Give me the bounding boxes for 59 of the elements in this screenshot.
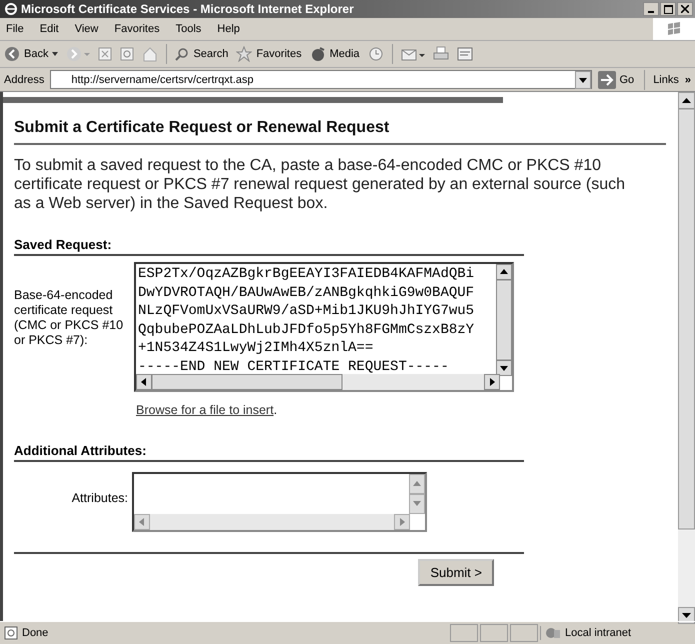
- star-icon: [236, 46, 252, 62]
- media-icon: [310, 46, 326, 62]
- dropdown-icon[interactable]: [574, 70, 590, 88]
- home-icon[interactable]: [142, 46, 158, 62]
- menu-item[interactable]: File: [6, 23, 24, 35]
- scrollbar-drawing[interactable]: [496, 264, 512, 376]
- close-button[interactable]: [677, 2, 693, 16]
- section-heading: Additional Attributes:: [14, 443, 524, 462]
- page-heading: Submit a Certificate Request or Renewal Request: [14, 119, 666, 145]
- menu-item[interactable]: Tools: [176, 23, 202, 35]
- request-field[interactable]: ESP2Tx/OqzAZBgkrBgEEAYI3FAIEDB4KAFMAdQBi DwYDVROTAQH/BAUwAwEB/zANBgkqhkiG9w0BAQUF NLzQFVomUxVSaURW9/aSD+Mib1JKU9hJhIYG7wu5 QqbubePOZAaLDhLubJFDfo5p5Yh8FGMmCszxB8zY +1N534Z4S1LwyWj2IMh4X5znlA== -----END NEW CERTIFICATE REQUEST-----: [134, 262, 514, 392]
- search-button[interactable]: Search: [175, 47, 228, 61]
- chevron-icon[interactable]: »: [684, 74, 691, 86]
- go-button[interactable]: Go: [598, 70, 638, 88]
- scrollbar-drawing[interactable]: [136, 374, 500, 390]
- zone-label: Local intranet: [565, 627, 632, 639]
- print-icon[interactable]: [432, 46, 449, 62]
- request-label: Base-64-encoded certificate request (CMC or PKCS #10 or PKCS #7):: [14, 288, 124, 349]
- arrow-icon: [598, 70, 616, 88]
- window-title: Microsoft Certificate Services - Microsoft Internet Explorer: [21, 2, 355, 16]
- favorites-button[interactable]: Favorites: [236, 46, 302, 62]
- browse-link[interactable]: Browse for a file to insert: [136, 403, 274, 417]
- browser-icon: [4, 2, 18, 16]
- menu-item[interactable]: Favorites: [114, 23, 160, 35]
- section-heading: Saved Request:: [14, 237, 524, 256]
- scrollbar-drawing[interactable]: [134, 514, 410, 530]
- submit-button[interactable]: Submit >: [418, 559, 494, 586]
- minimize-button[interactable]: [643, 2, 659, 16]
- scrollbar-drawing[interactable]: [409, 474, 425, 514]
- media-button[interactable]: Media: [310, 46, 360, 62]
- address-field[interactable]: http://servername/certsrv/certrqxt.asp: [50, 70, 592, 89]
- status-pane: [450, 624, 478, 642]
- scrollbar-drawing[interactable]: [678, 92, 695, 624]
- forward-icon[interactable]: [66, 46, 90, 62]
- menu-item[interactable]: Help: [217, 23, 240, 35]
- refresh-icon[interactable]: [120, 47, 134, 61]
- history-icon[interactable]: [368, 46, 384, 62]
- menu-item[interactable]: Edit: [40, 23, 59, 35]
- status-pane: [510, 624, 538, 642]
- links-label[interactable]: Links: [653, 74, 679, 86]
- windows-logo-icon: [653, 18, 695, 40]
- search-icon: [175, 47, 190, 61]
- stop-icon[interactable]: [98, 47, 112, 61]
- maximize-button[interactable]: [660, 2, 676, 16]
- intro-paragraph: To submit a saved request to the CA, paste a base-64-encoded CMC or PKCS #10 certificate request or PKCS #7 renewal request generated by an external source (such as a Web server) in the Saved Request box.: [14, 156, 626, 213]
- maximize-icon: [664, 4, 672, 14]
- edit-icon[interactable]: [456, 46, 473, 62]
- intranet-icon: [545, 626, 561, 640]
- close-icon: [681, 5, 689, 13]
- caret-icon: [52, 52, 58, 56]
- attributes-label: Attributes:: [70, 490, 129, 506]
- address-label: Address: [4, 74, 44, 86]
- period-text: .: [274, 403, 278, 417]
- back-button[interactable]: Back: [4, 46, 58, 62]
- status-text: Done: [22, 627, 48, 639]
- attributes-field[interactable]: [132, 472, 427, 532]
- menu-item[interactable]: View: [74, 23, 98, 35]
- page-icon: [4, 626, 18, 640]
- status-pane: [480, 624, 508, 642]
